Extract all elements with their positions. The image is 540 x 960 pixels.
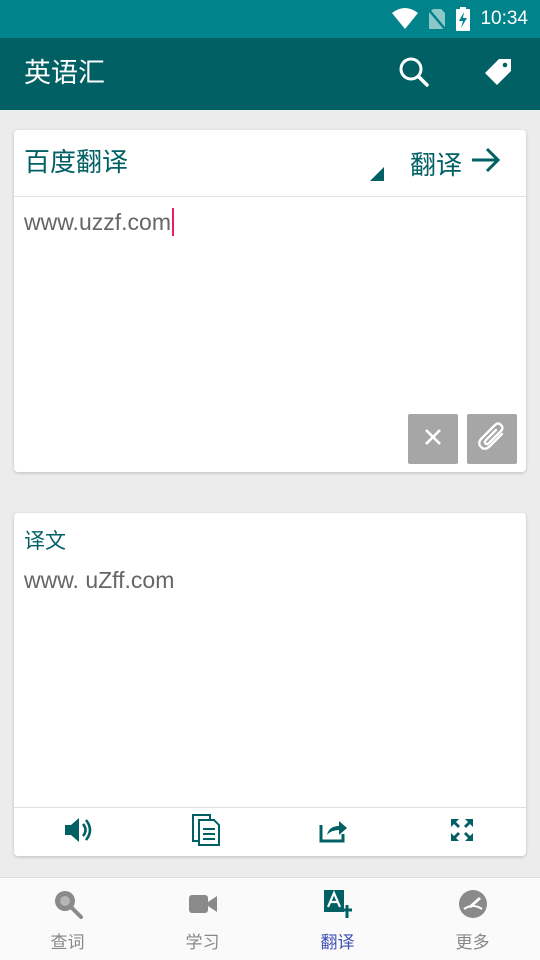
translation-result: www. uZff.com [24, 567, 175, 593]
engine-select[interactable]: 百度翻译 [24, 130, 128, 197]
status-bar: 10:34 [0, 0, 540, 38]
speak-button[interactable] [14, 808, 142, 856]
video-icon [187, 888, 219, 920]
output-label: 译文 [24, 529, 66, 553]
no-sim-icon [428, 8, 447, 30]
search-icon [398, 56, 430, 92]
translate-button-label: 翻译 [410, 151, 463, 181]
nav-label: 更多 [455, 933, 490, 953]
tag-button[interactable] [476, 52, 520, 96]
more-icon [457, 888, 489, 920]
status-time: 10:34 [480, 8, 528, 29]
battery-charging-icon [456, 7, 471, 31]
translate-icon [322, 888, 354, 920]
fullscreen-button[interactable] [398, 808, 526, 856]
share-icon [319, 817, 349, 847]
translate-button[interactable]: 翻译 [410, 130, 502, 197]
output-toolbar [14, 807, 526, 856]
nav-item-more[interactable]: 更多 [405, 878, 540, 960]
copy-icon [190, 813, 222, 851]
bottom-navigation: 查词 学习 翻译 更多 [0, 877, 540, 960]
engine-row: 百度翻译 翻译 [14, 130, 526, 197]
nav-item-translate[interactable]: 翻译 [270, 878, 405, 960]
app-title: 英语汇 [24, 58, 105, 89]
nav-label: 学习 [185, 933, 220, 953]
search-button[interactable] [392, 52, 436, 96]
fullscreen-icon [449, 817, 475, 847]
source-text-value: www.uzzf.com [24, 209, 171, 235]
tag-icon [483, 57, 513, 91]
paperclip-icon [475, 420, 509, 458]
speaker-icon [63, 816, 93, 848]
share-button[interactable] [270, 808, 398, 856]
wifi-icon [392, 8, 419, 30]
source-text-input[interactable]: www.uzzf.com [24, 208, 514, 408]
attach-button[interactable] [467, 414, 517, 464]
nav-label: 翻译 [320, 933, 355, 953]
app-bar: 英语汇 [0, 38, 540, 110]
input-card: 百度翻译 翻译 www.uzzf.com [14, 130, 526, 472]
nav-item-lookup[interactable]: 查词 [0, 878, 135, 960]
text-cursor [171, 208, 174, 236]
clear-button[interactable] [408, 414, 458, 464]
arrow-right-icon [470, 147, 502, 180]
output-card: 译文 www. uZff.com [14, 513, 526, 856]
nav-label: 查词 [50, 933, 85, 953]
nav-item-study[interactable]: 学习 [135, 878, 270, 960]
copy-button[interactable] [142, 808, 270, 856]
status-icons: 10:34 [392, 0, 528, 38]
close-icon [423, 427, 443, 451]
dropdown-caret-icon[interactable] [370, 166, 384, 181]
search-icon [52, 888, 84, 920]
